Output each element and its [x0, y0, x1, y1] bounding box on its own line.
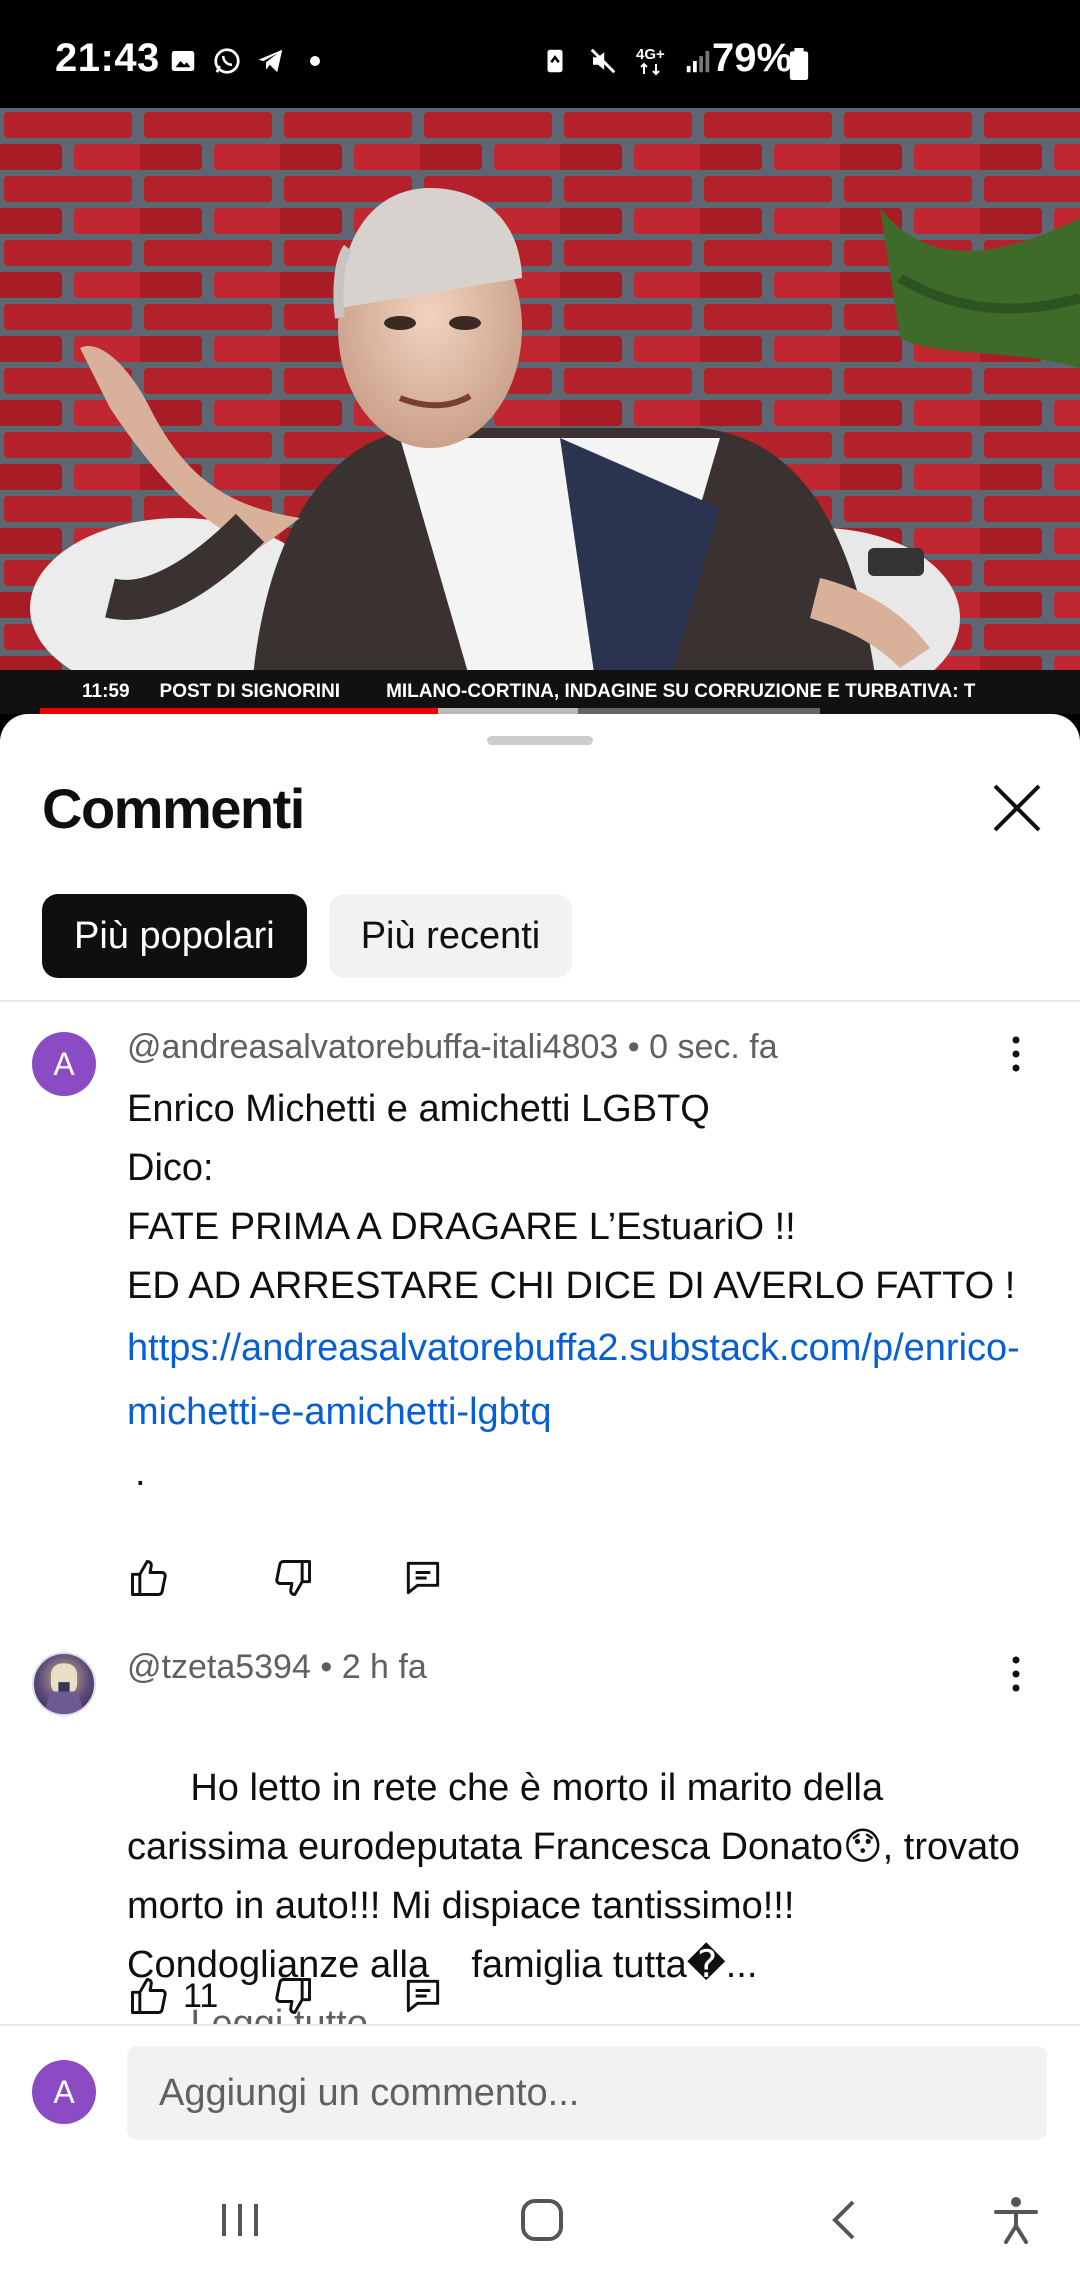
meta-separator: •	[320, 1648, 342, 1686]
gallery-icon	[171, 51, 195, 71]
meta-separator: •	[627, 1028, 650, 1066]
comment-link[interactable]: https://andreasalvatorebuffa2.substack.c…	[127, 1316, 1027, 1444]
thumb-up-icon	[131, 1978, 167, 2014]
comment-trailing: .	[135, 1452, 146, 1494]
chip-most-popular[interactable]: Più popolari	[42, 894, 307, 978]
dot-icon	[310, 56, 320, 66]
accessibility-icon[interactable]	[986, 2190, 1046, 2250]
thumb-up-icon	[131, 1560, 167, 1596]
ticker-time: 11:59	[82, 681, 130, 702]
avatar-image	[43, 1663, 85, 1714]
dislike-button[interactable]	[271, 1556, 315, 1600]
video-frame	[0, 108, 1080, 714]
close-icon[interactable]	[985, 776, 1049, 840]
reply-button[interactable]	[401, 1974, 445, 2018]
recents-icon[interactable]	[210, 2190, 270, 2250]
comment-author[interactable]: @andreasalvatorebuffa-itali4803	[127, 1028, 618, 1066]
telegram-icon	[258, 49, 283, 73]
reply-icon	[406, 1979, 440, 2013]
sort-chips: Più popolari Più recenti	[42, 894, 573, 978]
status-bar: 21:43 4G+ 79%	[0, 0, 1080, 108]
home-icon[interactable]	[512, 2190, 572, 2250]
back-icon[interactable]	[815, 2190, 875, 2250]
add-comment-input[interactable]: Aggiungi un commento...	[127, 2046, 1047, 2140]
data-icon	[640, 62, 661, 75]
divider	[0, 1000, 1080, 1002]
comment-line: FATE PRIMA A DRAGARE L’EstuariO !!	[127, 1206, 796, 1248]
comment-composer: A Aggiungi un commento...	[0, 2024, 1080, 2162]
comment-time: 0 sec. fa	[649, 1028, 778, 1066]
battery-saver-icon	[547, 49, 563, 73]
battery-icon	[789, 48, 809, 80]
comment-author[interactable]: @tzeta5394	[127, 1648, 311, 1686]
ticker-label: POST DI SIGNORINI	[159, 681, 341, 702]
dislike-button[interactable]	[271, 1974, 315, 2018]
mute-icon	[590, 48, 616, 74]
comment-line: Dico:	[127, 1147, 214, 1189]
comment-meta: @tzeta5394 • 2 h fa	[127, 1648, 427, 1687]
video-player[interactable]: 11:59 POST DI SIGNORINI MILANO-CORTINA, …	[0, 108, 1080, 714]
comment-actions	[127, 1556, 440, 1600]
comment-actions: 11	[127, 1974, 440, 2018]
status-time: 21:43	[55, 36, 160, 80]
like-button[interactable]: 11	[127, 1974, 218, 2018]
more-options-icon[interactable]	[1000, 1030, 1032, 1078]
notification-icons	[168, 46, 330, 76]
whatsapp-icon	[214, 48, 240, 74]
comment-body: Ho letto in rete che è morto il marito d…	[127, 1767, 1031, 1986]
comment-text: Enrico Michetti e amichetti LGBTQ Dico: …	[127, 1080, 1027, 1503]
like-count: 11	[183, 1976, 219, 2015]
thumb-down-icon	[275, 1560, 311, 1596]
ticker-headline: MILANO-CORTINA, INDAGINE SU CORRUZIONE E…	[386, 681, 976, 702]
more-options-icon[interactable]	[1000, 1650, 1032, 1698]
thumb-down-icon	[275, 1978, 311, 2014]
battery-percent: 79%	[712, 36, 793, 80]
comment-time: 2 h fa	[341, 1648, 427, 1686]
comment-line: Enrico Michetti e amichetti LGBTQ	[127, 1088, 710, 1130]
comment-line: ED AD ARRESTARE CHI DICE DI AVERLO FATTO…	[127, 1265, 1016, 1307]
like-button[interactable]	[127, 1556, 183, 1600]
signal-icon	[686, 51, 710, 73]
system-icons: 4G+	[540, 46, 713, 76]
chip-most-recent[interactable]: Più recenti	[328, 894, 573, 978]
sheet-title: Commenti	[42, 777, 305, 840]
reply-icon	[406, 1561, 440, 1595]
reply-button[interactable]	[401, 1556, 445, 1600]
network-type: 4G+	[636, 45, 665, 63]
user-avatar[interactable]: A	[32, 2060, 96, 2124]
comment-meta: @andreasalvatorebuffa-itali4803 • 0 sec.…	[127, 1028, 778, 1067]
system-nav-bar	[0, 2162, 1080, 2280]
avatar[interactable]	[32, 1652, 96, 1716]
avatar[interactable]: A	[32, 1032, 96, 1096]
drag-handle[interactable]	[487, 736, 593, 745]
